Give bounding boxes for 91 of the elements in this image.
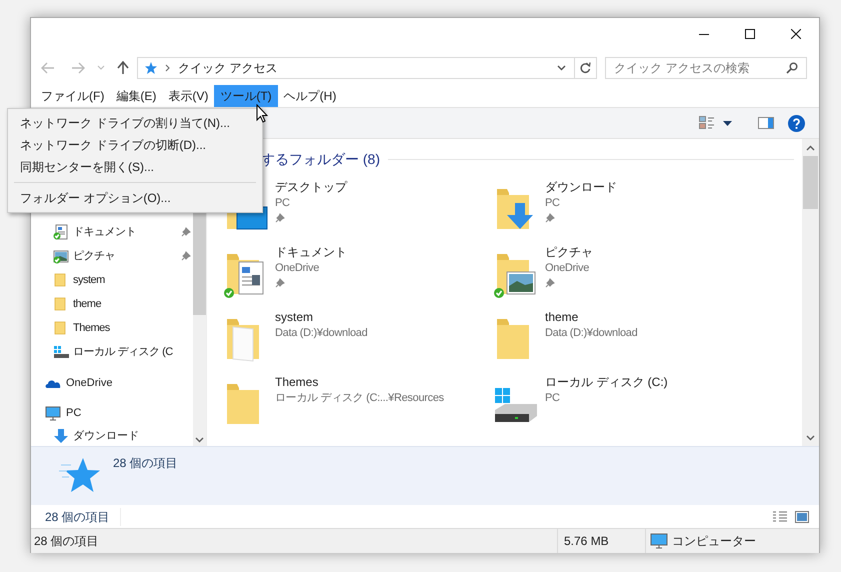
- address-text: クイック アクセス: [178, 60, 278, 76]
- folder-icon: [497, 319, 529, 359]
- folder-tile[interactable]: ダウンロード PC: [493, 177, 743, 242]
- sidebar-item[interactable]: OneDrive: [31, 372, 193, 394]
- folder-tile[interactable]: theme Data (D:)¥download: [493, 307, 743, 372]
- menu-item[interactable]: ヘルプ(H): [278, 85, 342, 107]
- scroll-down-icon[interactable]: [806, 434, 815, 440]
- item-count: 28 個の項目: [45, 508, 121, 526]
- folder-name: system: [275, 309, 314, 325]
- folder-location: ローカル ディスク (C:...¥Resources: [275, 391, 444, 406]
- sidebar-label: ピクチャ: [73, 248, 116, 264]
- folder-location: OneDrive: [545, 261, 590, 276]
- refresh-icon[interactable]: [580, 62, 591, 74]
- status-item-count: 28 個の項目: [33, 533, 100, 550]
- details-view-icon[interactable]: [772, 510, 788, 522]
- folder-name: ピクチャ: [545, 244, 593, 260]
- sidebar-label: system: [73, 272, 106, 288]
- monitor-icon: [650, 533, 668, 549]
- scrollbar-thumb[interactable]: [803, 156, 818, 209]
- folder-icon: [54, 274, 66, 286]
- close-icon: [791, 29, 801, 39]
- address-bar[interactable]: クイック アクセス: [137, 56, 597, 78]
- search-icon: [786, 62, 798, 74]
- sidebar-label: theme: [73, 296, 102, 312]
- folder-name: Themes: [275, 374, 320, 390]
- folder-name: theme: [545, 309, 580, 325]
- view-options-icon[interactable]: [699, 116, 715, 130]
- maximize-icon: [745, 29, 755, 39]
- menu-item[interactable]: ファイル(F): [35, 85, 110, 107]
- folder-tile[interactable]: ドキュメント OneDrive: [223, 242, 493, 307]
- sidebar-label: PC: [66, 406, 82, 421]
- folder-location: Data (D:)¥download: [545, 326, 638, 341]
- cloud-icon: [46, 380, 60, 388]
- folder-icon: [497, 254, 536, 294]
- menu-option[interactable]: フォルダー オプション(O)...: [10, 187, 260, 209]
- folder-location: PC: [275, 196, 291, 211]
- sidebar-item[interactable]: system: [31, 268, 193, 292]
- folder-tile[interactable]: Themes ローカル ディスク (C:...¥Resources: [223, 372, 493, 437]
- menu-item[interactable]: 編集(E): [110, 85, 162, 107]
- folder-tile[interactable]: ローカル ディスク (C:) PC: [493, 372, 743, 437]
- folder-icon: [54, 298, 66, 310]
- folder-tile[interactable]: ピクチャ OneDrive: [493, 242, 743, 307]
- folder-name: ドキュメント: [275, 244, 347, 260]
- folder-tile[interactable]: system Data (D:)¥download: [223, 307, 493, 372]
- sidebar-label: Themes: [73, 320, 111, 336]
- item-count: 28 個の項目: [113, 455, 178, 472]
- menu-option[interactable]: ネットワーク ドライブの切断(D)...: [10, 134, 260, 156]
- menu-item[interactable]: ツール(T): [214, 85, 278, 107]
- up-arrow-icon[interactable]: [117, 60, 129, 74]
- sidebar-label: ダウンロード: [73, 428, 139, 444]
- folder-icon: [54, 322, 66, 334]
- folder-location: Data (D:)¥download: [275, 326, 368, 341]
- scrollbar[interactable]: [802, 139, 819, 446]
- drive-icon: [54, 346, 69, 358]
- folder-icon: [497, 189, 533, 229]
- sidebar-item[interactable]: ダウンロード: [31, 424, 193, 446]
- dropdown-chevron-icon[interactable]: [557, 64, 566, 70]
- status-location: コンピューター: [672, 533, 756, 550]
- sidebar-label: ドキュメント: [73, 224, 137, 240]
- sidebar-item[interactable]: PC: [31, 402, 193, 424]
- folder-location: OneDrive: [275, 261, 320, 276]
- dropdown-triangle-icon[interactable]: [723, 120, 732, 126]
- search-field[interactable]: クイック アクセスの検索: [605, 56, 807, 78]
- folder-location: PC: [545, 391, 561, 406]
- status-size: 5.76 MB: [557, 529, 645, 553]
- monitor-icon: [46, 406, 60, 420]
- help-icon[interactable]: [788, 114, 805, 132]
- download-arrow-icon: [54, 429, 68, 443]
- folder-icon: [227, 319, 259, 362]
- folder-location: PC: [545, 196, 561, 211]
- folder-icon: [227, 254, 264, 294]
- menu-option[interactable]: ネットワーク ドライブの割り当て(N)...: [10, 112, 260, 134]
- menu-item[interactable]: 表示(V): [162, 85, 214, 107]
- breadcrumb-chevron-icon: [165, 64, 170, 72]
- scroll-down-icon[interactable]: [195, 437, 204, 443]
- folder-name: デスクトップ: [275, 179, 347, 195]
- sidebar-item[interactable]: ピクチャ: [31, 244, 193, 268]
- folder-name: ダウンロード: [545, 179, 617, 195]
- sidebar-label: ローカル ディスク (C: [73, 344, 174, 360]
- menu-option[interactable]: 同期センターを開く(S)...: [10, 156, 260, 178]
- sidebar-item[interactable]: Themes: [31, 316, 193, 340]
- sidebar-item[interactable]: theme: [31, 292, 193, 316]
- scroll-up-icon[interactable]: [806, 144, 815, 150]
- sidebar-item[interactable]: ドキュメント: [31, 220, 193, 244]
- preview-pane-icon[interactable]: [758, 117, 774, 129]
- folder-icon: [227, 384, 259, 424]
- large-icons-view-icon[interactable]: [795, 510, 809, 522]
- sidebar-label: OneDrive: [66, 376, 112, 391]
- folder-name: ローカル ディスク (C:): [545, 374, 668, 390]
- sidebar-item[interactable]: ローカル ディスク (C: [31, 340, 193, 364]
- star-icon: [143, 60, 157, 74]
